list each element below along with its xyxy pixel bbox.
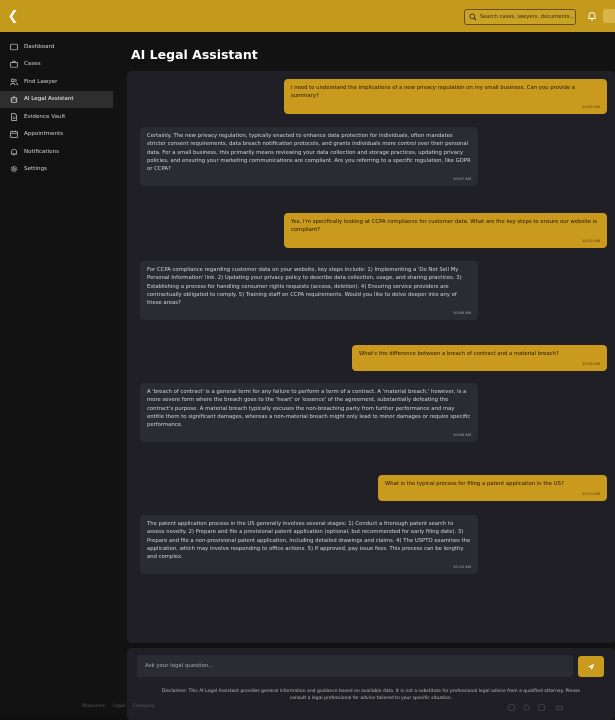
message-timestamp: 10:08 AM bbox=[452, 310, 471, 316]
sidebar-item-settings[interactable]: Settings bbox=[0, 161, 113, 179]
message-timestamp: 10:13 AM bbox=[581, 491, 600, 497]
main-content: AI Legal Assistant I need to understand … bbox=[113, 32, 615, 720]
sidebar-item-label: Find Lawyer bbox=[24, 78, 58, 85]
assistant-message: For CCPA compliance regarding customer d… bbox=[140, 261, 478, 321]
message-text: What is the typical process for filing a… bbox=[385, 481, 564, 487]
message-text: What's the difference between a breach o… bbox=[359, 351, 559, 357]
assistant-message: The patent application process in the US… bbox=[140, 515, 478, 575]
send-icon bbox=[587, 663, 595, 670]
sidebar-item-label: Notifications bbox=[24, 148, 60, 155]
sidebar-item-evidence-vault[interactable]: Evidence Vault bbox=[0, 108, 113, 126]
sidebar-item-find-lawyer[interactable]: Find Lawyer bbox=[0, 73, 113, 91]
social-icon[interactable] bbox=[538, 704, 545, 711]
sidebar-item-label: Cases bbox=[24, 61, 41, 68]
assistant-message: A 'breach of contract' is a general term… bbox=[140, 383, 478, 443]
sidebar-item-appointments[interactable]: Appointments bbox=[0, 126, 113, 144]
message-timestamp: 10:06 AM bbox=[452, 432, 471, 438]
sidebar-item-label: Evidence Vault bbox=[24, 113, 66, 120]
sidebar-item-dashboard[interactable]: Dashboard bbox=[0, 38, 113, 56]
message-text: The patent application process in the US… bbox=[147, 521, 471, 561]
social-icon[interactable] bbox=[523, 704, 530, 711]
footer-link-company[interactable]: Company bbox=[133, 704, 154, 709]
send-button[interactable] bbox=[578, 656, 604, 677]
gear-icon bbox=[10, 166, 18, 173]
robot-icon bbox=[10, 96, 18, 103]
message-text: Yes, I'm specifically looking at CCPA co… bbox=[291, 219, 597, 234]
sidebar-item-label: Settings bbox=[24, 166, 47, 173]
footer: Resources Legal Company bbox=[0, 703, 615, 714]
sidebar-item-label: Dashboard bbox=[24, 43, 55, 50]
footer-link-resources[interactable]: Resources bbox=[82, 704, 105, 709]
message-text: I need to understand the implications of… bbox=[291, 85, 576, 100]
assistant-message: Certainly. The new privacy regulation, t… bbox=[140, 127, 478, 187]
message-timestamp: 10:14 AM bbox=[452, 564, 471, 570]
message-timestamp: 10:05 AM bbox=[581, 103, 600, 109]
message-text: Certainly. The new privacy regulation, t… bbox=[147, 133, 471, 173]
sidebar-item-label: Appointments bbox=[24, 131, 64, 138]
sidebar-item-label: AI Legal Assistant bbox=[24, 96, 74, 103]
message-timestamp: 10:05 AM bbox=[581, 361, 600, 367]
briefcase-icon bbox=[10, 61, 18, 68]
calendar-icon bbox=[10, 130, 18, 138]
message-text: A 'breach of contract' is a general term… bbox=[147, 389, 471, 429]
sidebar-item-ai-legal-assistant[interactable]: AI Legal Assistant bbox=[0, 90, 113, 108]
sidebar: Dashboard Cases Find Lawyer AI Legal Ass… bbox=[0, 32, 113, 714]
user-message: What is the typical process for filing a… bbox=[378, 475, 607, 502]
user-message: Yes, I'm specifically looking at CCPA co… bbox=[284, 213, 607, 248]
sidebar-item-notifications[interactable]: Notifications bbox=[0, 143, 113, 161]
message-timestamp: 10:07 AM bbox=[452, 176, 471, 182]
social-icon[interactable] bbox=[508, 704, 515, 711]
footer-link-legal[interactable]: Legal bbox=[113, 704, 125, 709]
user-message: I need to understand the implications of… bbox=[284, 79, 607, 114]
search-icon bbox=[469, 13, 477, 21]
bell-icon bbox=[10, 148, 18, 156]
dashboard-icon bbox=[10, 43, 18, 50]
page-title: AI Legal Assistant bbox=[131, 47, 258, 62]
sidebar-item-cases[interactable]: Cases bbox=[0, 56, 113, 74]
social-icon[interactable] bbox=[556, 704, 563, 711]
notification-bell-icon[interactable] bbox=[587, 11, 597, 21]
back-chevron-icon[interactable]: ❮ bbox=[0, 0, 26, 32]
footer-links: Resources Legal Company bbox=[82, 704, 154, 709]
message-text: For CCPA compliance regarding customer d… bbox=[147, 267, 462, 307]
top-bar: ❮ Search cases, lawyers, documents... bbox=[0, 0, 615, 32]
disclaimer-text: Disclaimer: This AI Legal Assistant prov… bbox=[161, 689, 581, 701]
chat-panel[interactable]: I need to understand the implications of… bbox=[127, 71, 615, 643]
user-avatar[interactable] bbox=[603, 9, 615, 23]
message-timestamp: 10:12 AM bbox=[581, 237, 600, 243]
user-message: What's the difference between a breach o… bbox=[352, 345, 607, 372]
search-placeholder: Search cases, lawyers, documents... bbox=[480, 14, 575, 20]
question-input[interactable] bbox=[137, 655, 573, 677]
search-box[interactable]: Search cases, lawyers, documents... bbox=[464, 9, 576, 25]
file-icon bbox=[11, 113, 17, 121]
users-icon bbox=[10, 78, 18, 86]
